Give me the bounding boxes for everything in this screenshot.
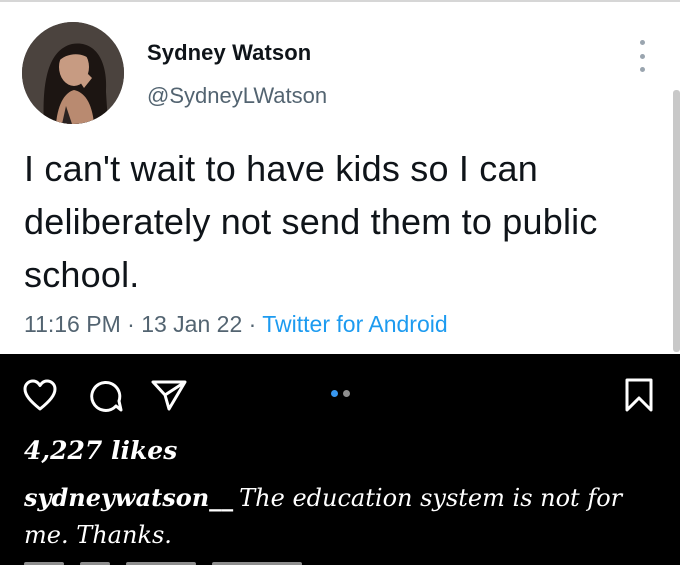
meta-separator: · xyxy=(248,311,257,337)
heart-icon[interactable] xyxy=(22,378,58,412)
scrollbar[interactable] xyxy=(673,90,680,352)
profile-photo-icon xyxy=(22,22,124,124)
avatar[interactable] xyxy=(22,22,124,124)
like-count[interactable]: 4,227 likes xyxy=(24,436,177,465)
carousel-indicator xyxy=(331,390,350,397)
author-name[interactable]: Sydney Watson xyxy=(147,40,311,66)
carousel-dot-active xyxy=(331,390,338,397)
caption-username[interactable]: sydneywatson__ xyxy=(24,483,233,512)
tweet-source-link[interactable]: Twitter for Android xyxy=(262,311,447,337)
tweet-card: Sydney Watson @SydneyLWatson I can't wai… xyxy=(0,0,680,354)
meta-separator: · xyxy=(127,311,135,337)
tweet-text: I can't wait to have kids so I can delib… xyxy=(24,148,598,295)
tweet-date: 13 Jan 22 xyxy=(141,311,243,337)
tweet-time: 11:16 PM xyxy=(24,311,121,337)
truncated-line xyxy=(24,559,444,565)
vertical-ellipsis-icon[interactable] xyxy=(630,40,654,72)
instagram-post-footer: 4,227 likes sydneywatson__ The education … xyxy=(0,354,680,565)
bookmark-icon[interactable] xyxy=(624,377,654,413)
comment-icon[interactable] xyxy=(88,379,124,413)
author-handle[interactable]: @SydneyLWatson xyxy=(147,83,327,109)
post-caption: sydneywatson__ The education system is no… xyxy=(24,479,654,554)
carousel-dot xyxy=(343,390,350,397)
tweet-timestamp-line: 11:16 PM · 13 Jan 22 · Twitter for Andro… xyxy=(24,311,448,338)
share-icon[interactable] xyxy=(150,378,188,412)
